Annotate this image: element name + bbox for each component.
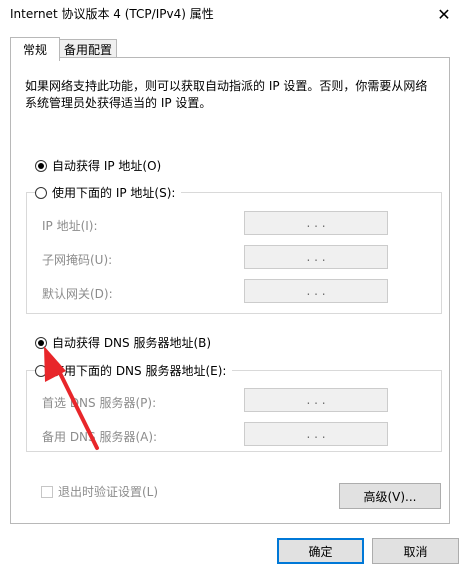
preferred-dns-input[interactable]: . . . bbox=[244, 388, 388, 412]
alternate-dns-input[interactable]: . . . bbox=[244, 422, 388, 446]
validate-on-exit-label: 退出时验证设置(L) bbox=[58, 485, 159, 499]
dialog-window: Internet 协议版本 4 (TCP/IPv4) 属性 ✕ 常规 备用配置 … bbox=[0, 0, 463, 576]
radio-auto-dns-label: 自动获得 DNS 服务器地址(B) bbox=[52, 336, 212, 350]
radio-manual-ip[interactable]: 使用下面的 IP 地址(S): bbox=[35, 184, 182, 201]
validate-on-exit-box[interactable] bbox=[41, 485, 53, 498]
close-icon: ✕ bbox=[437, 4, 451, 24]
advanced-button[interactable]: 高级(V)... bbox=[339, 483, 441, 509]
radio-auto-ip-indicator[interactable] bbox=[35, 159, 47, 172]
cancel-button[interactable]: 取消 bbox=[372, 538, 459, 564]
preferred-dns-label: 首选 DNS 服务器(P): bbox=[42, 396, 157, 410]
tab-general-label: 常规 bbox=[22, 43, 47, 57]
radio-manual-ip-label: 使用下面的 IP 地址(S): bbox=[52, 186, 176, 200]
tab-alternate-config-label: 备用配置 bbox=[63, 43, 112, 57]
subnet-mask-label: 子网掩码(U): bbox=[42, 253, 113, 267]
title-bar: Internet 协议版本 4 (TCP/IPv4) 属性 ✕ bbox=[0, 0, 463, 30]
validate-on-exit-checkbox[interactable]: 退出时验证设置(L) bbox=[41, 483, 158, 500]
alternate-dns-label: 备用 DNS 服务器(A): bbox=[42, 430, 158, 444]
tab-general[interactable]: 常规 bbox=[10, 37, 60, 61]
radio-auto-dns-indicator[interactable] bbox=[35, 336, 47, 349]
tab-alternate-config[interactable]: 备用配置 bbox=[59, 39, 117, 59]
radio-manual-dns[interactable]: 使用下面的 DNS 服务器地址(E): bbox=[35, 362, 233, 379]
radio-manual-ip-indicator[interactable] bbox=[35, 186, 47, 199]
radio-manual-dns-indicator[interactable] bbox=[35, 364, 47, 377]
ip-address-input[interactable]: . . . bbox=[244, 211, 388, 235]
description-text: 如果网络支持此功能，则可以获取自动指派的 IP 设置。否则，你需要从网络系统管理… bbox=[25, 79, 428, 110]
radio-auto-ip-label: 自动获得 IP 地址(O) bbox=[52, 159, 162, 173]
radio-auto-ip[interactable]: 自动获得 IP 地址(O) bbox=[35, 157, 168, 174]
radio-auto-dns[interactable]: 自动获得 DNS 服务器地址(B) bbox=[35, 334, 218, 351]
radio-manual-dns-label: 使用下面的 DNS 服务器地址(E): bbox=[52, 364, 227, 378]
default-gateway-label: 默认网关(D): bbox=[42, 287, 113, 301]
window-title: Internet 协议版本 4 (TCP/IPv4) 属性 bbox=[10, 7, 214, 21]
default-gateway-input[interactable]: . . . bbox=[244, 279, 388, 303]
ip-address-label: IP 地址(I): bbox=[42, 219, 98, 233]
subnet-mask-input[interactable]: . . . bbox=[244, 245, 388, 269]
close-button[interactable]: ✕ bbox=[431, 2, 457, 26]
ok-button[interactable]: 确定 bbox=[277, 538, 364, 564]
